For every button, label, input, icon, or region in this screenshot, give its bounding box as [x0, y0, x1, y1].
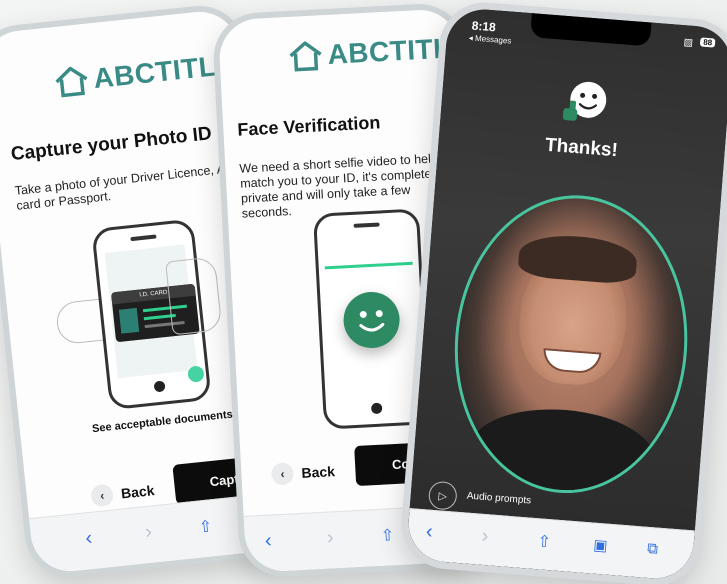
forward-icon[interactable]: › — [326, 526, 334, 549]
signal-icon: ▧ — [683, 37, 694, 49]
marketing-collage: ABCTITLE Capture your Photo ID Take a ph… — [0, 0, 727, 584]
house-logo-icon — [289, 41, 322, 72]
status-bar: 8:18 ◂ Messages ▧ 88 — [446, 7, 727, 69]
id-capture-illustration: I.D. CARD — [54, 215, 247, 411]
browser-toolbar: ‹ › ⇧ ▣ ⧉ — [405, 508, 695, 582]
tabs-icon[interactable]: ⧉ — [647, 540, 659, 558]
back-icon[interactable]: ‹ — [425, 520, 433, 543]
face-capture-oval — [443, 186, 699, 502]
chevron-left-icon: ‹ — [270, 462, 295, 486]
brand-logo: ABCTITLE — [52, 48, 237, 99]
battery-icon: 88 — [699, 37, 716, 48]
selfie-hoodie — [466, 402, 659, 502]
page-title: Face Verification — [236, 112, 381, 140]
audio-speaker-icon[interactable]: ▷ — [427, 480, 458, 511]
chevron-left-icon: ‹ — [90, 483, 115, 508]
page-title: Capture your Photo ID — [9, 123, 213, 166]
camera-notch — [530, 13, 652, 47]
back-label: Back — [301, 463, 336, 481]
id-photo-graphic — [118, 307, 140, 334]
back-label: Back — [120, 482, 156, 502]
share-icon[interactable]: ⇧ — [537, 531, 552, 552]
back-icon[interactable]: ‹ — [264, 530, 272, 553]
forward-icon[interactable]: › — [481, 525, 489, 548]
acceptable-documents-link[interactable]: See acceptable documents — [92, 409, 234, 436]
thumbs-up-smiley-icon — [558, 74, 614, 130]
share-icon[interactable]: ⇧ — [198, 516, 213, 537]
phone-selfie-capture: 8:18 ◂ Messages ▧ 88 Thanks! ▷ Audio pro… — [398, 0, 727, 584]
thanks-heading: Thanks! — [544, 134, 619, 162]
back-icon[interactable]: ‹ — [84, 527, 93, 551]
forward-icon[interactable]: › — [144, 521, 153, 545]
audio-prompts-label: Audio prompts — [466, 490, 532, 507]
screen-selfie: 8:18 ◂ Messages ▧ 88 Thanks! ▷ Audio pro… — [405, 6, 727, 582]
status-time: 8:18 — [471, 18, 497, 35]
share-icon[interactable]: ⇧ — [380, 525, 394, 546]
back-button[interactable]: ‹ Back — [90, 479, 155, 508]
bookmarks-icon[interactable]: ▣ — [593, 536, 609, 555]
house-logo-icon — [55, 66, 88, 98]
smiley-face-icon — [342, 290, 401, 350]
back-to-messages[interactable]: ◂ Messages — [468, 33, 511, 45]
back-button[interactable]: ‹ Back — [270, 460, 336, 486]
page-description: Take a photo of your Driver Licence, Age… — [14, 160, 240, 213]
